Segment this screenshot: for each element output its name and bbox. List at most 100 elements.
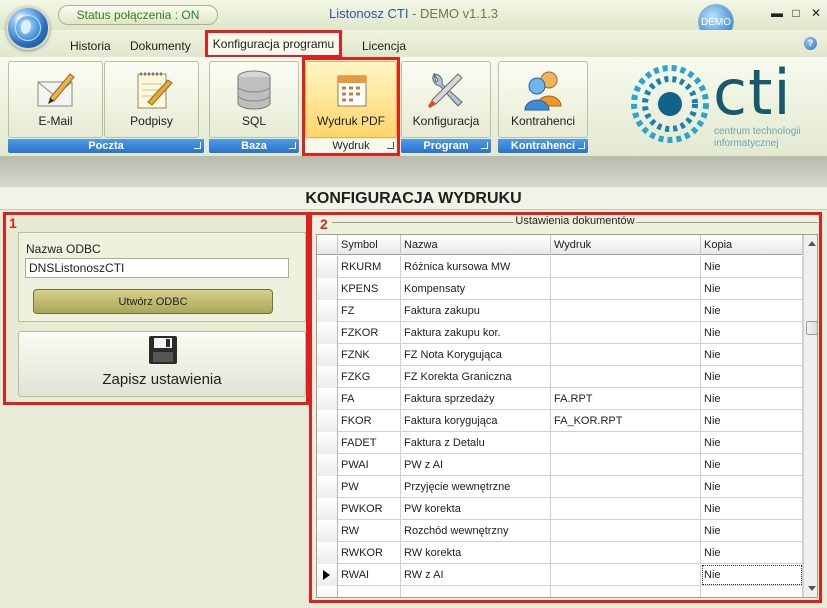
cell-nazwa[interactable]: Faktura korygująca [401, 410, 551, 432]
create-odbc-button[interactable]: Utwórz ODBC [33, 289, 273, 314]
cell-wydruk[interactable] [551, 344, 701, 366]
scroll-down-icon[interactable] [808, 586, 816, 591]
cell-nazwa[interactable]: Faktura sprzedaży [401, 388, 551, 410]
tab-licencja[interactable]: Licencja [362, 39, 406, 53]
cell-symbol[interactable]: RW [338, 520, 401, 542]
save-settings-button[interactable]: Zapisz ustawienia [18, 331, 306, 397]
cell-kopia[interactable]: Nie [701, 520, 803, 542]
app-menu-globe-icon[interactable] [6, 6, 50, 50]
cell-symbol[interactable]: RKURM [338, 256, 401, 278]
cell-nazwa[interactable]: Faktura zakupu kor. [401, 322, 551, 344]
cell-wydruk[interactable] [551, 278, 701, 300]
row-header[interactable] [317, 432, 338, 454]
column-nazwa[interactable]: Nazwa [401, 235, 551, 255]
cell-nazwa[interactable]: FZ Korekta Graniczna [401, 366, 551, 388]
table-row[interactable] [317, 586, 803, 597]
cell-nazwa[interactable]: FZ Nota Korygująca [401, 344, 551, 366]
cell-symbol[interactable] [338, 586, 401, 597]
cell-kopia[interactable]: Nie [701, 432, 803, 454]
row-header[interactable] [317, 388, 338, 410]
cell-wydruk[interactable] [551, 454, 701, 476]
row-header[interactable] [317, 476, 338, 498]
cell-nazwa[interactable]: Rozchód wewnętrzny [401, 520, 551, 542]
cell-kopia[interactable]: Nie [701, 344, 803, 366]
cell-wydruk[interactable] [551, 542, 701, 564]
group-launcher-icon[interactable] [481, 142, 488, 149]
row-header[interactable] [317, 278, 338, 300]
table-row[interactable]: PWKOR PW korekta Nie [317, 498, 803, 520]
sql-button[interactable]: SQL [209, 61, 299, 138]
row-header[interactable] [317, 256, 338, 278]
cell-nazwa[interactable] [401, 586, 551, 597]
table-row[interactable]: FZ Faktura zakupu Nie [317, 300, 803, 322]
cell-nazwa[interactable]: Faktura zakupu [401, 300, 551, 322]
cell-kopia[interactable]: Nie [701, 564, 803, 586]
table-row[interactable]: KPENS Kompensaty Nie [317, 278, 803, 300]
row-header[interactable] [317, 520, 338, 542]
group-launcher-icon[interactable] [289, 142, 296, 149]
row-header[interactable] [317, 498, 338, 520]
cell-nazwa[interactable]: RW korekta [401, 542, 551, 564]
table-row[interactable]: FZNK FZ Nota Korygująca Nie [317, 344, 803, 366]
scroll-up-icon[interactable] [808, 241, 816, 246]
cell-symbol[interactable]: RWAI [338, 564, 401, 586]
documents-grid[interactable]: Symbol Nazwa Wydruk Kopia RKURM Różnica k… [316, 234, 818, 598]
cell-wydruk[interactable] [551, 564, 701, 586]
row-header[interactable] [317, 300, 338, 322]
cell-kopia[interactable]: Nie [701, 300, 803, 322]
cell-wydruk[interactable] [551, 498, 701, 520]
cell-symbol[interactable]: FKOR [338, 410, 401, 432]
table-row[interactable]: RKURM Różnica kursowa MW Nie [317, 256, 803, 278]
table-row[interactable]: RWKOR RW korekta Nie [317, 542, 803, 564]
scroll-thumb[interactable] [806, 321, 817, 335]
tab-konfiguracja-programu[interactable]: Konfiguracja programu [205, 30, 342, 58]
cell-wydruk[interactable]: FA.RPT [551, 388, 701, 410]
grid-vertical-scrollbar[interactable] [803, 235, 817, 597]
group-launcher-icon[interactable] [194, 142, 201, 149]
cell-kopia[interactable]: Nie [701, 278, 803, 300]
cell-wydruk[interactable] [551, 476, 701, 498]
cell-symbol[interactable]: FZKG [338, 366, 401, 388]
cell-kopia[interactable]: Nie [701, 498, 803, 520]
close-button[interactable]: ✕ [808, 6, 824, 20]
cell-nazwa[interactable]: Różnica kursowa MW [401, 256, 551, 278]
row-header[interactable] [317, 322, 338, 344]
cell-wydruk[interactable]: FA_KOR.RPT [551, 410, 701, 432]
table-row[interactable]: FA Faktura sprzedaży FA.RPT Nie [317, 388, 803, 410]
cell-symbol[interactable]: PWKOR [338, 498, 401, 520]
cell-kopia[interactable]: Nie [701, 410, 803, 432]
cell-wydruk[interactable] [551, 520, 701, 542]
table-row[interactable]: FZKG FZ Korekta Graniczna Nie [317, 366, 803, 388]
cell-symbol[interactable]: KPENS [338, 278, 401, 300]
row-header[interactable] [317, 410, 338, 432]
table-row[interactable]: RWAI RW z AI Nie [317, 564, 803, 586]
row-header[interactable] [317, 344, 338, 366]
cell-symbol[interactable]: FA [338, 388, 401, 410]
group-launcher-icon[interactable] [387, 142, 394, 149]
cell-kopia[interactable]: Nie [701, 454, 803, 476]
cell-wydruk[interactable] [551, 322, 701, 344]
column-symbol[interactable]: Symbol [338, 235, 401, 255]
cell-symbol[interactable]: FZNK [338, 344, 401, 366]
cell-symbol[interactable]: PWAI [338, 454, 401, 476]
cell-nazwa[interactable]: RW z AI [401, 564, 551, 586]
cell-nazwa[interactable]: PW z AI [401, 454, 551, 476]
row-header[interactable] [317, 366, 338, 388]
table-row[interactable]: FADET Faktura z Detalu Nie [317, 432, 803, 454]
cell-symbol[interactable]: FZ [338, 300, 401, 322]
group-launcher-icon[interactable] [578, 142, 585, 149]
configuration-button[interactable]: Konfiguracja [401, 61, 491, 138]
contractors-button[interactable]: Kontrahenci [498, 61, 588, 138]
cell-kopia[interactable] [701, 586, 803, 597]
tab-historia[interactable]: Historia [70, 39, 111, 53]
cell-nazwa[interactable]: Przyjęcie wewnętrzne [401, 476, 551, 498]
cell-symbol[interactable]: RWKOR [338, 542, 401, 564]
cell-nazwa[interactable]: Faktura z Detalu [401, 432, 551, 454]
column-wydruk[interactable]: Wydruk [551, 235, 701, 255]
cell-wydruk[interactable] [551, 432, 701, 454]
row-header[interactable] [317, 542, 338, 564]
help-icon[interactable]: ? [804, 37, 817, 50]
minimize-button[interactable]: ▬ [769, 6, 785, 20]
odbc-name-input[interactable] [25, 258, 289, 278]
cell-symbol[interactable]: PW [338, 476, 401, 498]
